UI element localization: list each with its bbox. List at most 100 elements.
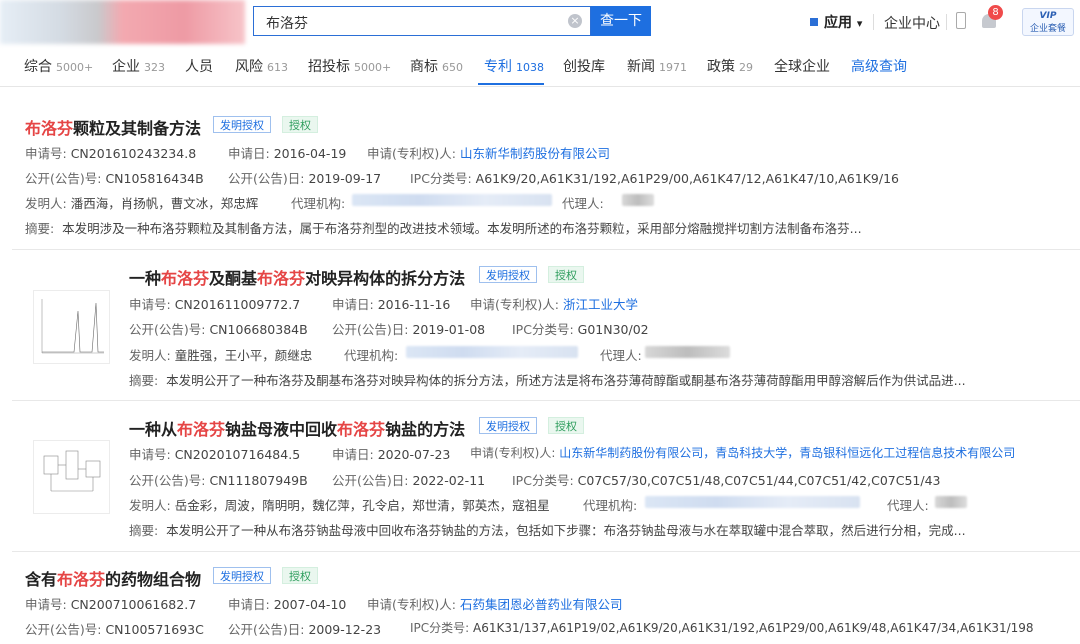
redacted-agency (352, 194, 552, 206)
title-text: 的药物组合物 (105, 570, 202, 589)
tab-count: 1038 (516, 61, 544, 74)
clear-icon[interactable]: × (568, 14, 582, 28)
tab-trademark[interactable]: 商标 650 (410, 56, 463, 76)
tab-bidding[interactable]: 招投标 5000+ (308, 56, 391, 76)
phone-icon[interactable] (956, 12, 966, 29)
ipc-row: IPC分类号: G01N30/02 (512, 319, 649, 338)
title-text: 对映异构体的拆分方法 (305, 269, 466, 288)
field-label: 发明人: (25, 196, 67, 211)
search-input-value: 布洛芬 (266, 16, 308, 32)
title-text: 钠盐的方法 (385, 420, 466, 439)
app-no-value: CN200710061682.7 (70, 597, 197, 612)
tab-count: 613 (267, 61, 288, 74)
tab-label: 政策 (707, 59, 735, 75)
tab-label: 创投库 (563, 59, 605, 75)
applicant-link[interactable]: 石药集团恩必普药业有限公司 (460, 597, 623, 612)
pub-date-row: 公开(公告)日: 2019-09-17 (228, 168, 381, 187)
tab-policy[interactable]: 政策 29 (707, 56, 753, 76)
field-label: IPC分类号: (410, 621, 470, 635)
title-text: 钠盐母液中回收 (225, 420, 338, 439)
ipc-value: A61K31/137,A61P19/02,A61K9/20,A61K31/192… (473, 621, 1034, 635)
app-no-value: CN201611009772.7 (174, 297, 301, 312)
applicant-link[interactable]: 山东新华制药股份有限公司，青岛科技大学，青岛银科恒远化工过程信息技术有限公司 (559, 446, 1015, 460)
patent-thumbnail[interactable] (33, 290, 110, 364)
tab-global-company[interactable]: 全球企业 (774, 56, 830, 76)
search-button[interactable]: 查一下 (591, 6, 651, 36)
agent-row: 代理人: (600, 345, 642, 364)
chromatogram-icon (41, 299, 104, 354)
patent-thumbnail[interactable] (33, 440, 110, 514)
patent-title-link[interactable]: 一种布洛芬及酮基布洛芬对映异构体的拆分方法 (129, 265, 465, 289)
title-highlight: 布洛芬 (161, 269, 210, 288)
tab-all[interactable]: 综合 5000+ (24, 56, 93, 76)
field-label: 公开(公告)日: (332, 473, 409, 488)
applicant-link[interactable]: 浙江工业大学 (563, 297, 638, 312)
inventor-row: 发明人: 岳金彩，周波，隋明明，魏亿萍，孔令启，郑世清，郭英杰，寇祖星 (129, 495, 550, 514)
app-date-value: 2016-04-19 (273, 146, 347, 161)
patent-title-link[interactable]: 布洛芬颗粒及其制备方法 (25, 115, 201, 139)
agency-row: 代理机构: (291, 193, 345, 212)
tab-people[interactable]: 人员 (185, 56, 213, 76)
tab-label: 专利 (484, 59, 512, 75)
result-divider (12, 400, 1080, 401)
title-text: 颗粒及其制备方法 (73, 119, 202, 138)
tab-risk[interactable]: 风险 613 (235, 56, 288, 76)
patent-title-link[interactable]: 含有布洛芬的药物组合物 (25, 566, 201, 590)
pub-date-row: 公开(公告)日: 2009-12-23 (228, 619, 381, 638)
inventor-row: 发明人: 潘西海，肖扬帆，曹文冰，郑忠辉 (25, 193, 258, 212)
field-label: IPC分类号: (512, 473, 574, 488)
applicant-link[interactable]: 山东新华制药股份有限公司 (460, 146, 610, 161)
advanced-search-link[interactable]: 高级查询 (851, 56, 907, 76)
pub-date-value: 2019-09-17 (308, 171, 382, 186)
patent-status-tag: 授权 (282, 567, 318, 584)
search-input[interactable]: 布洛芬 × (253, 6, 591, 36)
patent-status-tag: 授权 (548, 266, 584, 283)
tab-label: 高级查询 (851, 59, 907, 75)
field-label: 公开(公告)日: (228, 622, 305, 637)
app-no-row: 申请号: CN201610243234.8 (25, 143, 196, 162)
app-date-row: 申请日: 2007-04-10 (228, 594, 346, 613)
tab-patent[interactable]: 专利 1038 (484, 56, 544, 76)
redacted-agency (406, 346, 578, 358)
field-label: 申请号: (25, 597, 67, 612)
field-label: 申请号: (129, 297, 171, 312)
field-label: 代理人: (887, 498, 929, 513)
tab-venture[interactable]: 创投库 (563, 56, 605, 76)
title-text: 一种 (129, 269, 162, 288)
app-date-value: 2016-11-16 (377, 297, 451, 312)
tab-label: 招投标 (308, 59, 350, 75)
field-label: IPC分类号: (512, 322, 574, 337)
field-label: 公开(公告)号: (129, 473, 206, 488)
vip-label: VIP (1039, 11, 1057, 21)
enterprise-center-link[interactable]: 企业中心 (884, 13, 940, 33)
field-label: 代理机构: (583, 498, 638, 513)
tab-news[interactable]: 新闻 1971 (627, 56, 687, 76)
notification-badge: 8 (988, 5, 1003, 20)
tab-count: 323 (144, 61, 165, 74)
tab-label: 人员 (185, 59, 213, 75)
category-tabs: 综合 5000+ 企业 323 人员 风险 613 招投标 5000+ 商标 650 专利… (0, 46, 1080, 87)
redacted-agent (935, 496, 967, 508)
patent-title-link[interactable]: 一种从布洛芬钠盐母液中回收布洛芬钠盐的方法 (129, 416, 465, 440)
app-date-row: 申请日: 2016-04-19 (228, 143, 346, 162)
redacted-agent (645, 346, 730, 358)
ipc-value: A61K9/20,A61K31/192,A61P29/00,A61K47/12,… (475, 171, 899, 186)
tab-company[interactable]: 企业 323 (112, 56, 165, 76)
title-highlight: 布洛芬 (25, 119, 74, 138)
ipc-row: IPC分类号: C07C57/30,C07C51/48,C07C51/44,C0… (512, 470, 940, 489)
apps-menu[interactable]: 应用 ▾ (808, 12, 862, 32)
field-label: 申请(专利权)人: (470, 446, 556, 460)
field-label: 发明人: (129, 348, 171, 363)
pub-no-value: CN106680384B (209, 322, 308, 337)
pub-date-value: 2009-12-23 (308, 622, 382, 637)
active-tab-indicator (478, 83, 544, 85)
field-label: 申请(专利权)人: (367, 146, 456, 161)
vip-badge[interactable]: VIP 企业套餐 (1022, 8, 1074, 36)
pub-no-value: CN100571693C (105, 622, 204, 637)
app-date-value: 2007-04-10 (273, 597, 347, 612)
title-text: 及酮基 (209, 269, 258, 288)
apps-grid-icon (808, 16, 820, 28)
app-no-row: 申请号: CN201611009772.7 (129, 294, 300, 313)
inventor-row: 发明人: 童胜强，王小平，颜继忠 (129, 345, 312, 364)
result-divider (12, 551, 1080, 552)
